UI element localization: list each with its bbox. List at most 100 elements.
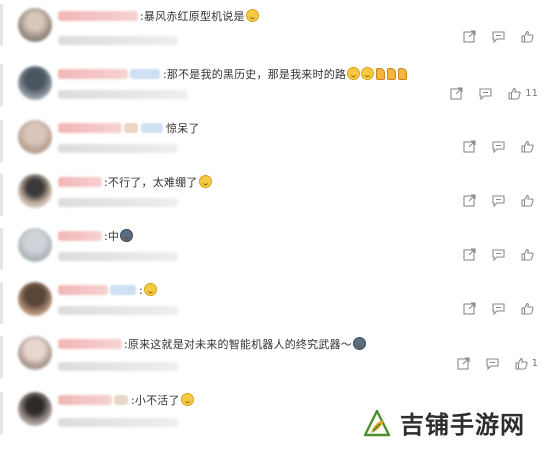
share-button[interactable] (463, 248, 476, 261)
user-badge-redacted (124, 123, 138, 133)
like-button[interactable]: 11 (508, 87, 538, 100)
share-icon (463, 194, 476, 207)
reply-button[interactable] (492, 30, 505, 43)
share-button[interactable] (463, 194, 476, 207)
share-button[interactable] (450, 87, 463, 100)
share-icon (463, 248, 476, 261)
user-badge-redacted (141, 123, 163, 133)
avatar[interactable] (18, 228, 52, 262)
comment-text: :那不是我的黑历史，那是我来时的路 (163, 66, 408, 82)
avatar[interactable] (18, 282, 52, 316)
site-watermark: 吉铺手游网 (362, 405, 525, 440)
thumbs-up-emoji-icon (398, 68, 408, 80)
laugh-emoji-icon (347, 67, 361, 80)
comment-actions (447, 30, 538, 43)
avatar[interactable] (18, 120, 52, 154)
comment-item: :那不是我的黑历史，那是我来时的路 11 (0, 58, 550, 114)
share-button[interactable] (463, 302, 476, 315)
comment-text: :暴风赤红原型机说是 (140, 8, 259, 24)
comment-item: :原来这就是对未来的智能机器人的终究武器～ 1 (0, 330, 550, 386)
reply-button[interactable] (486, 357, 499, 370)
share-icon (463, 30, 476, 43)
reply-button[interactable] (479, 87, 492, 100)
like-button[interactable] (521, 302, 538, 315)
like-button[interactable] (521, 30, 538, 43)
comment-actions: 11 (434, 87, 538, 100)
crying-emoji-icon (120, 229, 134, 242)
comment-text: :中 (104, 228, 134, 244)
username-redacted[interactable] (58, 231, 102, 241)
comment-item: :暴风赤红原型机说是 (0, 0, 550, 58)
comment-text: :原来这就是对未来的智能机器人的终究武器～ (124, 336, 366, 352)
comment-icon (492, 140, 505, 153)
like-count: 11 (525, 88, 538, 99)
avatar[interactable] (18, 8, 52, 42)
like-button[interactable] (521, 194, 538, 207)
laugh-emoji-icon (180, 393, 194, 406)
user-badge-redacted (130, 69, 160, 79)
comment-text: : (139, 283, 157, 297)
thumbs-up-icon (515, 357, 528, 370)
comment-meta-redacted (58, 362, 178, 371)
comment-item: :中 (0, 222, 550, 276)
share-button[interactable] (463, 30, 476, 43)
username-redacted[interactable] (58, 69, 128, 79)
thumbs-up-emoji-icon (376, 68, 386, 80)
comment-item: : (0, 276, 550, 330)
comment-icon (479, 87, 492, 100)
username-redacted[interactable] (58, 395, 112, 405)
reply-button[interactable] (492, 248, 505, 261)
avatar[interactable] (18, 66, 52, 100)
like-button[interactable] (521, 248, 538, 261)
share-icon (463, 140, 476, 153)
comment-accent-bar (0, 64, 3, 106)
like-count: 1 (531, 358, 538, 369)
thumbs-up-emoji-icon (387, 68, 397, 80)
reply-button[interactable] (492, 302, 505, 315)
avatar[interactable] (18, 174, 52, 208)
laugh-emoji-icon (143, 283, 157, 296)
comment-meta-redacted (58, 198, 178, 207)
comment-text: :不行了，太难绷了 (104, 174, 212, 190)
comment-meta-redacted (58, 144, 178, 153)
avatar[interactable] (18, 392, 52, 426)
comment-meta-redacted (58, 306, 178, 315)
comment-actions: 1 (441, 357, 538, 370)
username-redacted[interactable] (58, 177, 102, 187)
avatar[interactable] (18, 336, 52, 370)
share-button[interactable] (457, 357, 470, 370)
like-button[interactable] (521, 140, 538, 153)
thumbs-up-icon (521, 30, 534, 43)
thumbs-up-icon (521, 302, 534, 315)
comment-item: 惊呆了 (0, 114, 550, 168)
comment-actions (447, 302, 538, 315)
share-icon (457, 357, 470, 370)
comment-accent-bar (0, 174, 3, 216)
reply-button[interactable] (492, 140, 505, 153)
username-redacted[interactable] (58, 11, 138, 21)
comment-icon (486, 357, 499, 370)
username-redacted[interactable] (58, 339, 122, 349)
comment-accent-bar (0, 120, 3, 162)
username-redacted[interactable] (58, 285, 108, 295)
like-button[interactable]: 1 (515, 357, 538, 370)
comment-icon (492, 194, 505, 207)
comment-icon (492, 30, 505, 43)
comment-meta-redacted (58, 36, 178, 45)
user-badge-redacted (110, 285, 136, 295)
comment-actions (447, 248, 538, 261)
watermark-brand-text: 吉铺手游网 (400, 411, 525, 439)
comment-actions (447, 194, 538, 207)
thumbs-up-icon (521, 194, 534, 207)
comment-text: :小不活了 (131, 392, 194, 408)
username-redacted[interactable] (58, 123, 122, 133)
comment-text: 惊呆了 (166, 122, 200, 135)
comment-accent-bar (0, 4, 3, 46)
reply-button[interactable] (492, 194, 505, 207)
share-button[interactable] (463, 140, 476, 153)
thumbs-up-icon (521, 140, 534, 153)
comment-meta-redacted (58, 418, 178, 427)
share-icon (463, 302, 476, 315)
user-badge-redacted (114, 395, 128, 405)
thumbs-up-icon (521, 248, 534, 261)
